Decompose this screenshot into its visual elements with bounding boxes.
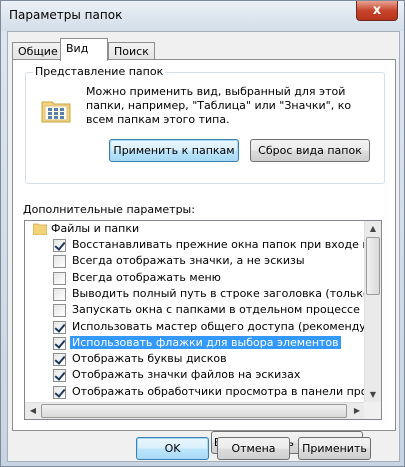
tree-option-row[interactable]: Восстанавливать прежние окна папок при в… xyxy=(25,237,365,253)
tree-root[interactable]: Файлы и папки xyxy=(25,221,365,237)
option-checkbox[interactable] xyxy=(53,304,66,318)
option-label: Отображать буквы дисков xyxy=(72,352,227,366)
option-checkbox[interactable] xyxy=(53,320,66,334)
tree-option-row[interactable]: Выводить полный путь в строке заголовка … xyxy=(25,286,365,302)
option-checkbox[interactable] xyxy=(53,255,66,269)
dialog-body: Общие Вид Поиск Представление папок Можн… xyxy=(7,31,400,462)
tree-option-row[interactable]: Отображать обработчики просмотра в панел… xyxy=(25,384,365,400)
option-label: Выводить полный путь в строке заголовка … xyxy=(72,286,365,300)
apply-button[interactable]: Применить xyxy=(298,437,371,460)
folder-options-dialog: Параметры папок x Общие Вид Поиск Предст… xyxy=(0,0,405,467)
scroll-right-icon[interactable]: ▶ xyxy=(349,403,365,419)
option-checkbox[interactable] xyxy=(53,271,66,285)
cancel-button[interactable]: Отмена xyxy=(217,437,290,460)
option-checkbox[interactable] xyxy=(53,336,66,350)
scroll-down-icon[interactable]: ▼ xyxy=(365,387,381,403)
close-button[interactable]: x xyxy=(356,1,398,21)
window-title: Параметры папок xyxy=(9,8,123,22)
title-bar: Параметры папок x xyxy=(1,1,404,31)
tab-general[interactable]: Общие xyxy=(12,42,64,60)
tree-option-row[interactable]: Отображать значки файлов на эскизах xyxy=(25,367,365,383)
option-label: Запускать окна с папками в отдельном про… xyxy=(72,303,360,317)
horizontal-scrollbar[interactable]: ◀ ▶ xyxy=(25,402,365,419)
advanced-settings-label: Дополнительные параметры: xyxy=(23,203,195,216)
folder-view-group: Представление папок Можно применить вид,… xyxy=(25,65,385,184)
tree-option-row[interactable]: Всегда отображать меню xyxy=(25,270,365,286)
option-label: Использовать флажки для выбора элементов xyxy=(70,335,341,349)
tree-option-row[interactable]: Использовать флажки для выбора элементов xyxy=(25,335,365,351)
option-checkbox[interactable] xyxy=(53,369,66,383)
ok-button[interactable]: OK xyxy=(136,437,209,460)
tree-option-row[interactable]: Всегда отображать значки, а не эскизы xyxy=(25,253,365,269)
tab-view[interactable]: Вид xyxy=(60,38,108,61)
tree-option-row[interactable]: Отображать буквы дисков xyxy=(25,351,365,367)
folder-icon xyxy=(33,223,47,235)
group-description: Можно применить вид, выбранный для этой … xyxy=(86,85,352,126)
horizontal-scroll-thumb[interactable] xyxy=(41,404,347,418)
scroll-left-icon[interactable]: ◀ xyxy=(25,403,41,419)
advanced-settings-tree[interactable]: Файлы и папки Восстанавливать прежние ок… xyxy=(24,220,382,420)
option-checkbox[interactable] xyxy=(53,239,66,252)
vertical-scrollbar[interactable]: ▲ ▼ xyxy=(364,221,381,403)
tree-root-label: Файлы и папки xyxy=(51,222,140,235)
option-checkbox[interactable] xyxy=(53,287,66,301)
option-label: Всегда отображать меню xyxy=(72,270,221,284)
reset-folders-button[interactable]: Сброс вида папок xyxy=(250,139,370,162)
option-checkbox[interactable] xyxy=(53,385,66,399)
tree-option-row[interactable]: Использовать мастер общего доступа (реко… xyxy=(25,319,365,335)
tree-option-row[interactable]: Запускать окна с папками в отдельном про… xyxy=(25,302,365,318)
option-label: Использовать мастер общего доступа (реко… xyxy=(72,319,365,333)
option-label: Восстанавливать прежние окна папок при в… xyxy=(72,238,365,251)
scroll-up-icon[interactable]: ▲ xyxy=(365,221,381,237)
folder-view-icon xyxy=(41,101,71,123)
close-icon: x xyxy=(372,3,382,18)
tab-search[interactable]: Поиск xyxy=(108,42,155,60)
option-label: Отображать обработчики просмотра в панел… xyxy=(72,384,365,398)
option-label: Всегда отображать значки, а не эскизы xyxy=(72,254,305,268)
option-checkbox[interactable] xyxy=(53,353,66,367)
group-title: Представление папок xyxy=(33,65,166,78)
apply-to-folders-button[interactable]: Применить к папкам xyxy=(109,139,239,162)
vertical-scroll-thumb[interactable] xyxy=(366,237,380,295)
option-label: Отображать значки файлов на эскизах xyxy=(72,368,301,382)
scroll-corner xyxy=(364,402,381,419)
view-tab-panel: Представление папок Можно применить вид,… xyxy=(12,59,396,454)
